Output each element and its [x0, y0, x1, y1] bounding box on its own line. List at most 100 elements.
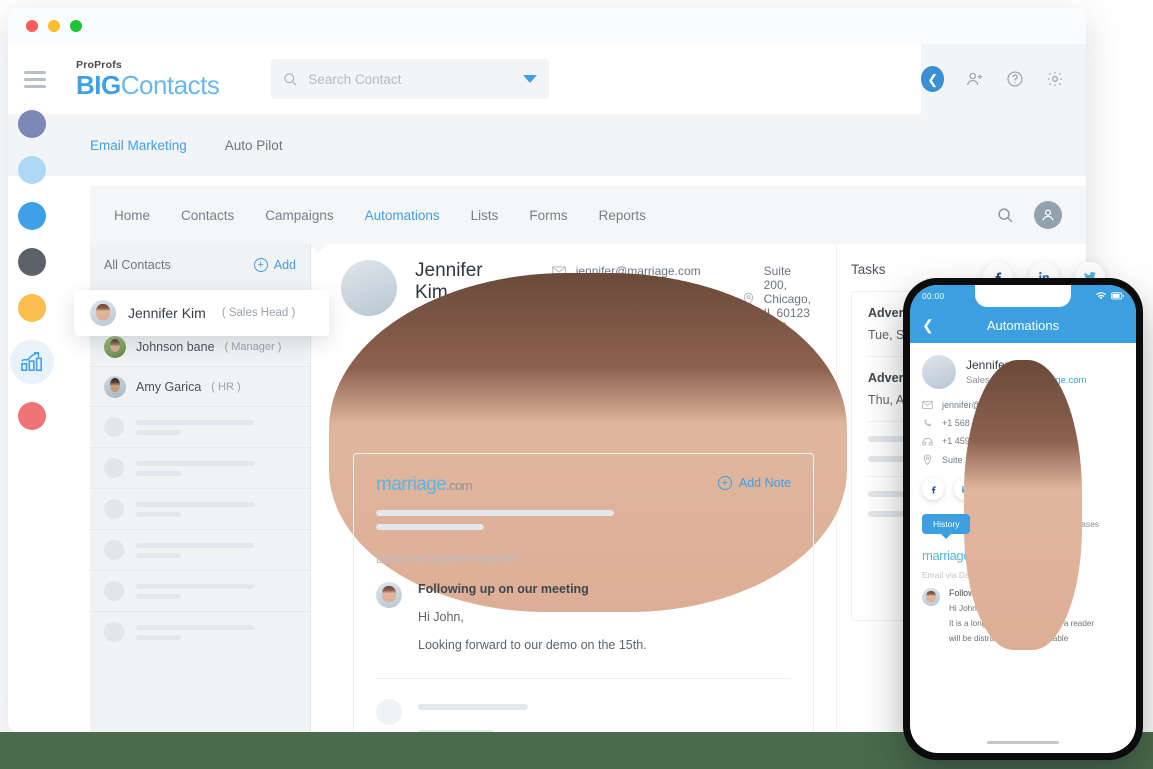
app-icon-4[interactable] — [18, 248, 46, 276]
brand-logo-bigcontacts: BIGContacts — [76, 70, 220, 101]
contacts-sidebar: All Contacts + Add Johnson bane ( Manage… — [74, 244, 329, 732]
active-tab-caret — [309, 244, 327, 253]
location-pin-icon — [922, 454, 933, 465]
phone-screen: 00:00 ❮ Automations Jennifer Kim Sales H… — [910, 285, 1136, 753]
minimize-window-button[interactable] — [48, 20, 60, 32]
nav-item-reports[interactable]: Reports — [599, 208, 646, 223]
history-message-line-1: Hi John, — [418, 610, 464, 624]
brand-logo-proprofs: ProProfs — [76, 58, 122, 71]
avatar — [90, 300, 116, 326]
chart-icon — [21, 352, 42, 372]
list-item[interactable] — [90, 447, 310, 488]
history-message-title: Following up on our meeting — [418, 582, 589, 596]
marriage-logo-name: marriage — [376, 474, 447, 495]
search-icon — [284, 72, 297, 86]
nav-item-contacts[interactable]: Contacts — [181, 208, 234, 223]
tab-email-marketing[interactable]: Email Marketing — [90, 138, 187, 153]
help-icon[interactable] — [1006, 69, 1024, 89]
search-icon[interactable] — [997, 207, 1014, 224]
screenshot-root: ProProfs BIGContacts Search Contact ❮ Em… — [0, 0, 1153, 769]
contact-role: ( Manager ) — [224, 340, 282, 353]
brand-logo-big: BIG — [76, 70, 121, 101]
main-navigation: Home Contacts Campaigns Automations List… — [90, 186, 1086, 253]
app-icon-1[interactable] — [18, 110, 46, 138]
avatar — [376, 582, 402, 608]
phone-header-title: Automations — [986, 317, 1060, 333]
add-note-button[interactable]: + Add Note — [717, 476, 791, 490]
phone-header: ❮ Automations — [910, 307, 1136, 343]
email-via-label: Email via Danielle Henders — [376, 552, 521, 566]
contact-header: Jennifer Kim Sales Head at marriage.com — [341, 260, 814, 408]
search-contact-field[interactable]: Search Contact — [271, 59, 550, 99]
app-header: ProProfs BIGContacts Search Contact ❮ — [8, 44, 1086, 114]
nav-item-forms[interactable]: Forms — [529, 208, 567, 223]
list-item[interactable] — [90, 611, 310, 652]
hamburger-menu-icon[interactable] — [24, 70, 46, 88]
contact-role: ( HR ) — [211, 380, 241, 393]
contact-row-amy-garica[interactable]: Amy Garica ( HR ) — [90, 366, 310, 406]
avatar — [341, 260, 397, 316]
history-message-body: Following up on our meeting Hi John, Loo… — [418, 582, 647, 652]
close-window-button[interactable] — [26, 20, 38, 32]
mail-icon — [922, 401, 933, 409]
app-icon-3[interactable] — [18, 202, 46, 230]
contact-role: ( Sales Head ) — [221, 307, 296, 319]
nav-item-home[interactable]: Home — [114, 208, 150, 223]
nav-item-campaigns[interactable]: Campaigns — [265, 208, 333, 223]
maximize-window-button[interactable] — [70, 20, 82, 32]
contact-name: Amy Garica — [136, 379, 202, 394]
search-input-placeholder: Search Contact — [308, 71, 402, 87]
history-skeleton-lines — [376, 510, 791, 530]
nav-item-lists[interactable]: Lists — [471, 208, 499, 223]
list-item[interactable] — [90, 406, 310, 447]
contacts-sidebar-header: All Contacts + Add — [90, 244, 310, 286]
add-contact-label: Add — [273, 258, 296, 272]
history-message-skeleton — [376, 699, 791, 732]
list-item[interactable] — [90, 529, 310, 570]
app-icon-5[interactable] — [18, 294, 46, 322]
back-chevron-icon[interactable]: ❮ — [921, 66, 945, 92]
avatar — [104, 375, 126, 398]
brand-logo-contacts: Contacts — [120, 70, 220, 101]
user-icon — [1042, 209, 1054, 221]
marriage-logo-tld: .com — [446, 478, 472, 493]
status-indicators — [1096, 292, 1124, 300]
app-icon-analytics[interactable] — [10, 340, 54, 384]
tab-history[interactable]: History — [922, 514, 971, 534]
list-item[interactable] — [90, 488, 310, 529]
nav-item-automations[interactable]: Automations — [365, 208, 440, 223]
contact-detail: Jennifer Kim Sales Head at marriage.com — [311, 244, 836, 732]
app-header-actions: ❮ — [921, 44, 1086, 114]
battery-icon — [1111, 292, 1124, 300]
contact-name: Jennifer Kim — [128, 305, 206, 321]
add-user-icon[interactable] — [966, 69, 984, 89]
marriage-logo-name: marriage — [922, 548, 971, 563]
phone-contact-header: Jennifer Kim Sales Head at marriage.com — [922, 355, 1124, 389]
settings-gear-icon[interactable] — [1046, 69, 1064, 89]
history-message-line-2: Looking forward to our demo on the 15th. — [418, 638, 647, 652]
avatar — [922, 588, 940, 606]
contact-name: Johnson bane — [136, 339, 215, 354]
add-contact-button[interactable]: + Add — [253, 258, 296, 272]
chevron-down-icon[interactable] — [523, 75, 538, 83]
history-message: Following up on our meeting Hi John, Loo… — [376, 582, 791, 652]
section-tabs: Email Marketing Auto Pilot — [8, 114, 1086, 176]
history-card: marriage.com + Add Note Email via Daniel… — [353, 453, 814, 732]
list-item[interactable] — [90, 570, 310, 611]
all-contacts-label: All Contacts — [104, 258, 171, 272]
facebook-icon[interactable] — [922, 478, 944, 500]
add-note-label: Add Note — [738, 476, 791, 490]
phone-notch — [975, 285, 1071, 307]
tab-auto-pilot[interactable]: Auto Pilot — [225, 138, 283, 153]
avatar[interactable] — [1034, 201, 1062, 229]
avatar — [104, 335, 126, 358]
back-chevron-icon[interactable]: ❮ — [922, 317, 934, 334]
brand-logo[interactable]: ProProfs BIGContacts — [76, 58, 220, 101]
plus-icon: + — [253, 258, 268, 272]
app-rail — [0, 110, 64, 430]
plus-icon: + — [717, 476, 732, 490]
app-icon-7[interactable] — [18, 402, 46, 430]
app-icon-2[interactable] — [18, 156, 46, 184]
navigation-actions — [997, 201, 1062, 229]
contact-row-jennifer-kim-selected[interactable]: Jennifer Kim ( Sales Head ) — [74, 290, 329, 336]
